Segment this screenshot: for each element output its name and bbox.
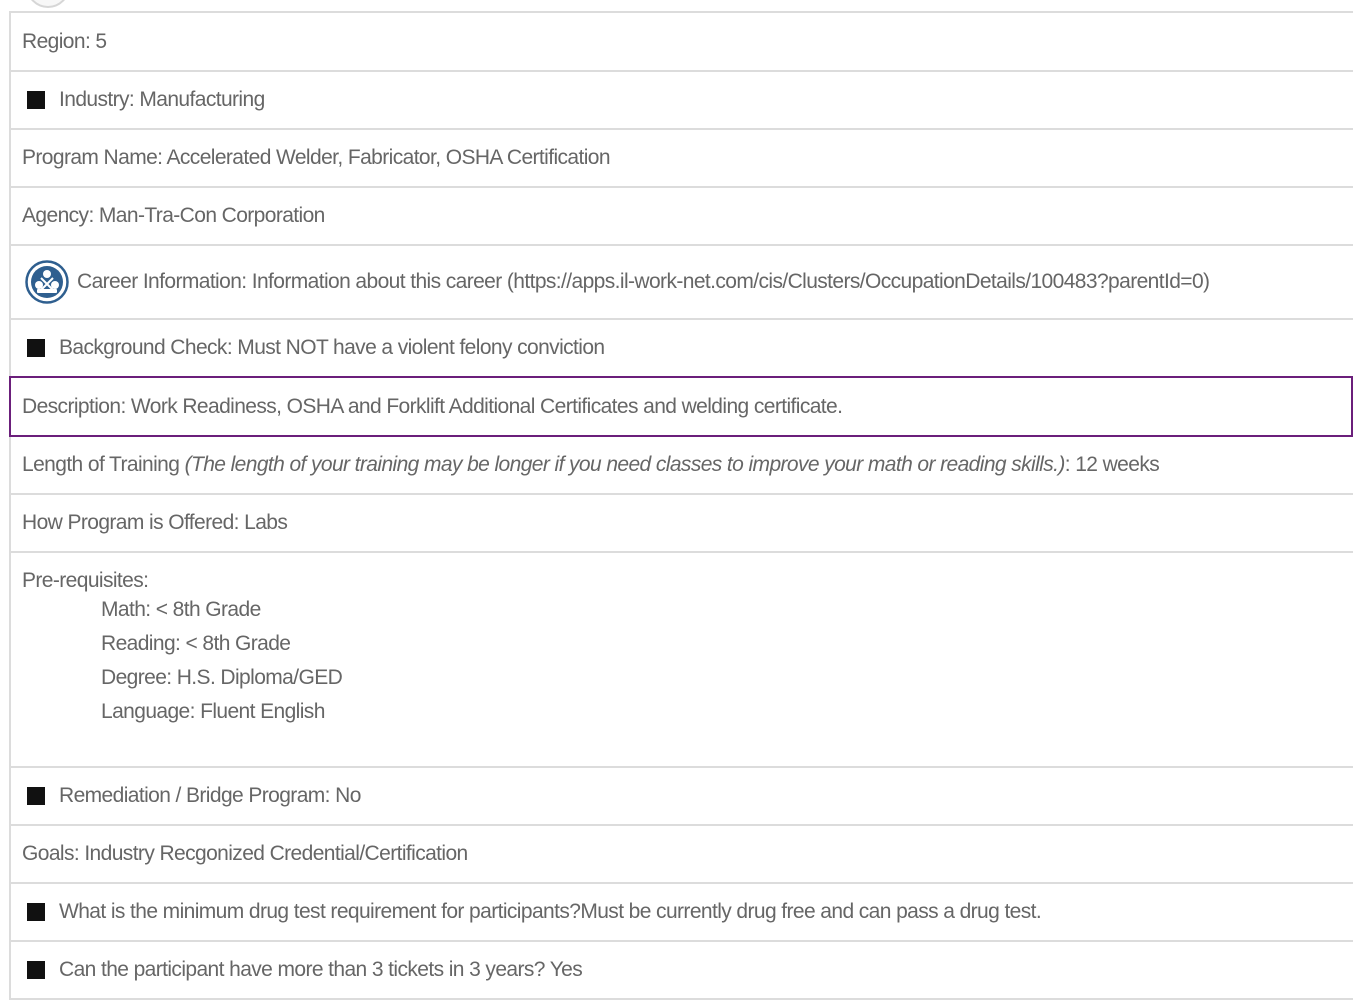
region-text: Region: 5 xyxy=(22,29,107,53)
square-bullet-icon xyxy=(27,961,45,979)
prereq-degree: Degree: H.S. Diploma/GED xyxy=(101,666,343,689)
length-note: (The length of your training may be long… xyxy=(184,453,1066,476)
goals-row: Goals: Industry Recgonized Credential/Ce… xyxy=(9,826,1353,884)
tickets-row: Can the participant have more than 3 tic… xyxy=(9,942,1353,1000)
background-check-text: Background Check: Must NOT have a violen… xyxy=(59,336,605,359)
square-bullet-icon xyxy=(27,339,45,357)
length-label: Length of Training xyxy=(22,453,180,476)
background-check-row: Background Check: Must NOT have a violen… xyxy=(9,320,1353,378)
program-name-text: Program Name: Accelerated Welder, Fabric… xyxy=(22,146,611,169)
agency-text: Agency: Man-Tra-Con Corporation xyxy=(22,204,325,227)
square-bullet-icon xyxy=(27,903,45,921)
drug-test-row: What is the minimum drug test requiremen… xyxy=(9,884,1353,942)
goals-text: Goals: Industry Recgonized Credential/Ce… xyxy=(22,842,468,865)
career-info-row[interactable]: Career Information: Information about th… xyxy=(9,246,1353,320)
program-details-list: Region: 5 Industry: Manufacturing Progra… xyxy=(9,11,1353,1000)
remediation-row: Remediation / Bridge Program: No xyxy=(9,768,1353,826)
how-offered-row: How Program is Offered: Labs xyxy=(9,495,1353,553)
description-row: Description: Work Readiness, OSHA and Fo… xyxy=(9,376,1353,437)
square-bullet-icon xyxy=(27,91,45,109)
remediation-text: Remediation / Bridge Program: No xyxy=(59,784,361,807)
prereq-math: Math: < 8th Grade xyxy=(101,598,261,621)
length-of-training-row: Length of Training (The length of your t… xyxy=(9,437,1353,495)
tickets-text: Can the participant have more than 3 tic… xyxy=(59,958,583,981)
prereq-reading: Reading: < 8th Grade xyxy=(101,632,291,655)
top-logo-icon xyxy=(26,0,70,8)
agency-row: Agency: Man-Tra-Con Corporation xyxy=(9,188,1353,246)
prereq-language: Language: Fluent English xyxy=(101,700,325,723)
prerequisites-title: Pre-requisites: xyxy=(22,569,149,592)
industry-row: Industry: Manufacturing xyxy=(9,72,1353,130)
length-value: : 12 weeks xyxy=(1064,453,1160,476)
how-offered-text: How Program is Offered: Labs xyxy=(22,511,288,534)
square-bullet-icon xyxy=(27,787,45,805)
program-name-row: Program Name: Accelerated Welder, Fabric… xyxy=(9,130,1353,188)
description-text: Description: Work Readiness, OSHA and Fo… xyxy=(22,394,843,418)
career-info-text: Career Information: Information about th… xyxy=(77,270,1210,293)
drug-test-text: What is the minimum drug test requiremen… xyxy=(59,900,1042,923)
prerequisites-block: Pre-requisites: Math: < 8th Grade Readin… xyxy=(9,553,1353,768)
region-row: Region: 5 xyxy=(9,13,1353,72)
industry-text: Industry: Manufacturing xyxy=(59,88,265,111)
career-cluster-icon xyxy=(25,260,69,304)
